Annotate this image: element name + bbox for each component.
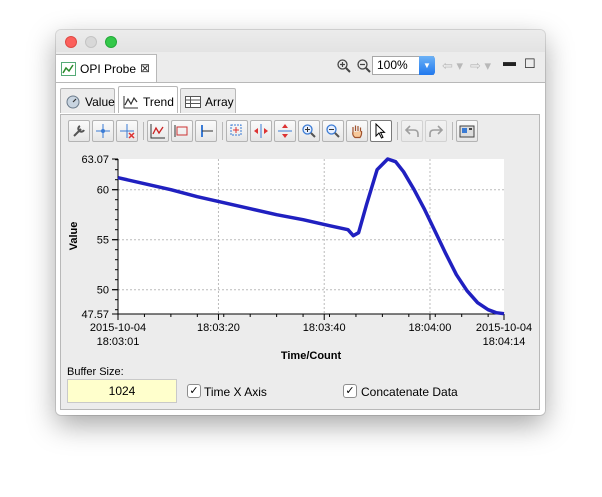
time-x-axis-checkbox[interactable]: ✓ — [187, 384, 201, 398]
concatenate-data-label: Concatenate Data — [361, 385, 458, 399]
x-axis: 2015-10-04 18:03:01 18:03:20 18:03:40 18:04:… — [90, 313, 532, 348]
x-tick-label-line2: 18:03:01 — [97, 336, 140, 348]
trend-plot[interactable]: 63.07 60 55 50 47.57 2015-10-04 18:03:01 18:03… — [0, 0, 602, 497]
y-tick-label: 47.57 — [81, 309, 109, 321]
concatenate-data-checkbox[interactable]: ✓ — [343, 384, 357, 398]
y-axis-label: Value — [68, 222, 80, 251]
y-tick-label: 50 — [97, 285, 109, 297]
y-axis: 63.07 60 55 50 47.57 — [81, 154, 119, 321]
time-x-axis-label: Time X Axis — [204, 385, 267, 399]
y-tick-label: 60 — [97, 185, 109, 197]
y-tick-label: 55 — [97, 235, 109, 247]
x-tick-label: 18:03:40 — [303, 322, 346, 334]
x-tick-label-line2: 18:04:14 — [483, 336, 526, 348]
y-tick-label: 63.07 — [81, 154, 109, 166]
x-tick-label: 2015-10-04 — [476, 322, 532, 334]
x-tick-label: 2015-10-04 — [90, 322, 146, 334]
buffer-size-label: Buffer Size: — [67, 366, 124, 378]
buffer-size-input[interactable]: 1024 — [67, 379, 177, 403]
x-axis-label: Time/Count — [281, 350, 342, 362]
x-tick-label: 18:04:00 — [409, 322, 452, 334]
x-tick-label: 18:03:20 — [197, 322, 240, 334]
plot-area[interactable] — [118, 159, 504, 314]
